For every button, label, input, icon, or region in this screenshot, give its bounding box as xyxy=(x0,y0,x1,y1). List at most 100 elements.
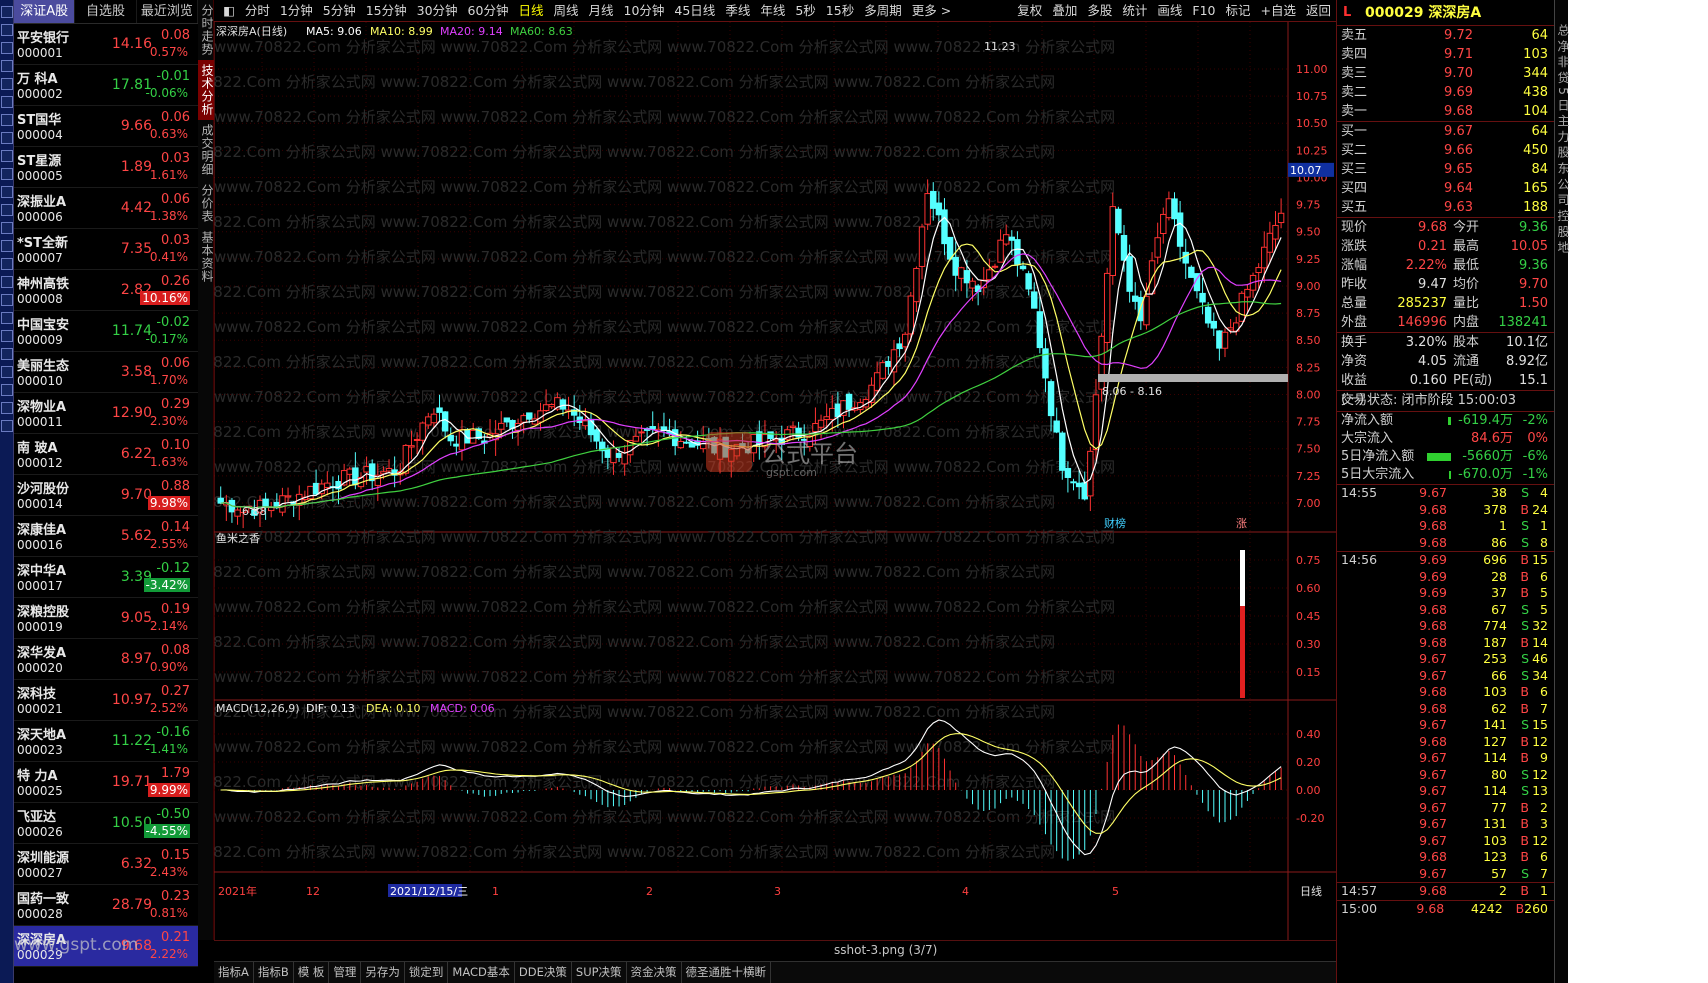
period-item[interactable]: 周线 xyxy=(548,0,583,22)
toolbar-action[interactable]: F10 xyxy=(1187,0,1220,22)
quote-row[interactable]: 深粮控股 000019 9.05 0.19 2.14% xyxy=(14,598,198,639)
settings-icon[interactable] xyxy=(1,96,13,108)
template-tab[interactable]: 模 板 xyxy=(294,962,330,983)
filter-icon[interactable] xyxy=(1,150,13,162)
tick-side: B xyxy=(1515,900,1525,916)
quote-row[interactable]: 神州高铁 000008 2.82 0.26 10.16% xyxy=(14,270,198,311)
chart-icon[interactable] xyxy=(1,24,13,36)
help-icon[interactable] xyxy=(1,222,13,234)
user-icon[interactable] xyxy=(1,240,13,252)
quote-row[interactable]: 深振业A 000006 4.42 0.06 1.38% xyxy=(14,188,198,229)
info-icon[interactable] xyxy=(1,312,13,324)
chart-area[interactable]: www.70822.Com 分析家公式网 www.70822.Com 分析家公式… xyxy=(214,22,1336,940)
period-item[interactable]: 5秒 xyxy=(790,0,820,22)
period-item[interactable]: 30分钟 xyxy=(412,0,463,22)
candle-body xyxy=(1064,467,1072,478)
quote-row[interactable]: 飞亚达 000026 10.50 -0.50 -4.55% xyxy=(14,803,198,844)
period-item[interactable]: 更多 > xyxy=(907,0,956,22)
period-item[interactable]: 5分钟 xyxy=(318,0,361,22)
home-icon[interactable] xyxy=(1,6,13,18)
period-item[interactable]: 分时 xyxy=(240,0,275,22)
stock-name: 深振业A xyxy=(17,195,67,210)
template-tab[interactable]: DDE决策 xyxy=(515,962,572,983)
export-icon[interactable] xyxy=(1,276,13,288)
template-tab[interactable]: MACD基本 xyxy=(448,962,515,983)
template-tab[interactable]: 另存为 xyxy=(361,962,405,983)
tick-list[interactable]: 14:55 9.67 38 S 4 9.68 378 B 24 9.68 1 S 1 9.68 86 S 8 14… xyxy=(1337,485,1554,917)
toolbar-action[interactable]: 统计 xyxy=(1117,0,1152,22)
period-item[interactable]: 60分钟 xyxy=(463,0,514,22)
toolbar-action[interactable]: 复权 xyxy=(1012,0,1047,22)
template-tab[interactable]: SUP决策 xyxy=(572,962,627,983)
period-item[interactable]: 15秒 xyxy=(821,0,859,22)
candle-body xyxy=(991,265,999,268)
toolbar-action[interactable]: 返回 xyxy=(1301,0,1336,22)
quote-row[interactable]: 深圳能源 000027 6.32 0.15 2.43% xyxy=(14,844,198,885)
quote-row[interactable]: 平安银行 000001 14.16 0.08 0.57% xyxy=(14,24,198,65)
quote-row[interactable]: ST星源 000005 1.89 0.03 1.61% xyxy=(14,147,198,188)
period-item[interactable]: 日线 xyxy=(513,0,548,22)
quote-tab[interactable]: 深证A股 xyxy=(14,0,76,23)
period-item[interactable]: 月线 xyxy=(583,0,618,22)
news-icon[interactable] xyxy=(1,60,13,72)
template-tab[interactable]: 管理 xyxy=(329,962,362,983)
period-item[interactable]: 季线 xyxy=(720,0,755,22)
minus-icon[interactable] xyxy=(1,384,13,396)
toolbar-action[interactable]: 标记 xyxy=(1220,0,1255,22)
quote-row[interactable]: 深康佳A 000016 5.62 0.14 2.55% xyxy=(14,516,198,557)
search-icon[interactable] xyxy=(1,204,13,216)
period-item[interactable]: 10分钟 xyxy=(619,0,670,22)
calendar-icon[interactable] xyxy=(1,132,13,144)
grid-icon[interactable] xyxy=(1,114,13,126)
layout-icon[interactable]: ◧ xyxy=(218,0,240,22)
toolbar-action[interactable]: 画线 xyxy=(1152,0,1187,22)
period-item[interactable]: 1分钟 xyxy=(275,0,318,22)
bid-levels: 买一 9.67 64 买二 9.66 450 买三 9.65 84 买四 9.64 165 买五 9.63… xyxy=(1337,122,1554,217)
template-tab[interactable]: 指标B xyxy=(254,962,294,983)
quote-row[interactable]: 深华发A 000020 8.97 0.08 0.90% xyxy=(14,639,198,680)
template-tab[interactable]: 资金决策 xyxy=(627,962,682,983)
period-item[interactable]: 年线 xyxy=(755,0,790,22)
window-icon[interactable] xyxy=(1,402,13,414)
quote-tab[interactable]: 最近浏览 xyxy=(137,0,198,23)
tick-count: 4 xyxy=(1540,485,1548,500)
quote-row[interactable]: 国药一致 000028 28.79 0.23 0.81% xyxy=(14,885,198,926)
toolbar-action[interactable]: 多股 xyxy=(1082,0,1117,22)
quote-row[interactable]: 万 科A 000002 17.81 -0.01 -0.06% xyxy=(14,65,198,106)
tick-time xyxy=(1337,618,1411,635)
price-tick: 10.75 xyxy=(1296,90,1328,103)
period-item[interactable]: 多周期 xyxy=(859,0,907,22)
print-icon[interactable] xyxy=(1,294,13,306)
toolbar-action[interactable]: +自选 xyxy=(1256,0,1301,22)
list-icon[interactable] xyxy=(1,42,13,54)
toolbar-action[interactable]: 叠加 xyxy=(1047,0,1082,22)
quote-row[interactable]: 深物业A 000011 12.90 0.29 2.30% xyxy=(14,393,198,434)
template-tab[interactable]: 德圣通胜十横断 xyxy=(682,962,772,983)
quote-row[interactable]: 深天地A 000023 11.22 -0.16 -1.41% xyxy=(14,721,198,762)
tick-count: 7 xyxy=(1540,865,1548,881)
candle-body xyxy=(1210,320,1217,329)
exit-icon[interactable] xyxy=(1,420,13,432)
quote-row[interactable]: 深科技 000021 10.97 0.27 2.52% xyxy=(14,680,198,721)
plus-icon[interactable] xyxy=(1,366,13,378)
quote-row[interactable]: 特 力A 000025 19.71 1.79 9.99% xyxy=(14,762,198,803)
lock-icon[interactable] xyxy=(1,258,13,270)
bell-icon[interactable] xyxy=(1,186,13,198)
tools-icon[interactable] xyxy=(1,78,13,90)
quote-row[interactable]: 南 玻A 000012 6.22 0.10 1.63% xyxy=(14,434,198,475)
quote-row[interactable]: *ST全新 000007 7.35 0.03 0.41% xyxy=(14,229,198,270)
period-item[interactable]: 15分钟 xyxy=(361,0,412,22)
order-level: 卖二 9.69 438 xyxy=(1337,83,1554,102)
quote-row[interactable]: ST国华 000004 9.66 0.06 0.63% xyxy=(14,106,198,147)
refresh-icon[interactable] xyxy=(1,330,13,342)
quote-row[interactable]: 美丽生态 000010 3.58 0.06 1.70% xyxy=(14,352,198,393)
menu-icon[interactable] xyxy=(1,348,13,360)
quote-row[interactable]: 深中华A 000017 3.39 -0.12 -3.42% xyxy=(14,557,198,598)
template-tab[interactable]: 锁定到 xyxy=(405,962,449,983)
star-icon[interactable] xyxy=(1,168,13,180)
template-tab[interactable]: 指标A xyxy=(214,962,254,983)
quote-row[interactable]: 沙河股份 000014 9.70 0.88 9.98% xyxy=(14,475,198,516)
quote-row[interactable]: 中国宝安 000009 11.74 -0.02 -0.17% xyxy=(14,311,198,352)
quote-tab[interactable]: 自选股 xyxy=(75,0,137,23)
period-item[interactable]: 45日线 xyxy=(669,0,720,22)
